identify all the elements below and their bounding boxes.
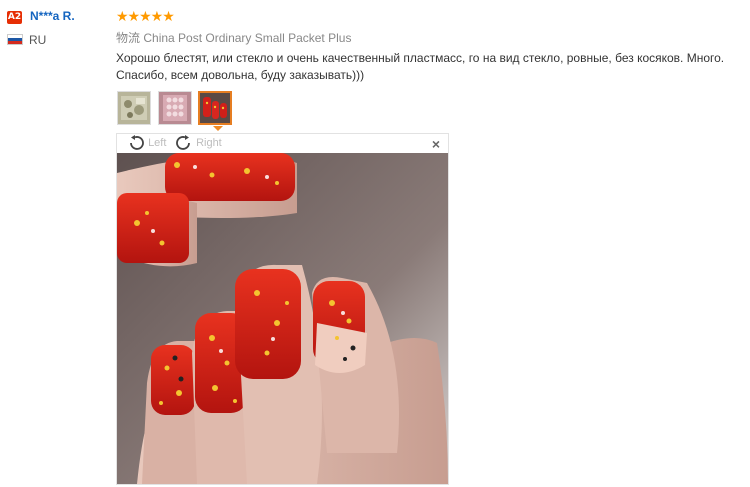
thumbnail-1[interactable] (117, 91, 151, 125)
reviewer-country: RU (29, 33, 47, 47)
selected-thumbnail-pointer (213, 126, 223, 131)
red-glitter-nails-photo (117, 153, 448, 484)
shipping-method: China Post Ordinary Small Packet Plus (143, 31, 352, 45)
nail-art-tray-photo-icon (159, 92, 191, 124)
rotate-right-icon (176, 135, 190, 150)
rotate-left-icon (130, 135, 144, 150)
nail-photo-image (117, 153, 448, 484)
reviewer-name[interactable]: N***a R. (30, 9, 75, 23)
rotate-right-button[interactable]: Right (175, 135, 222, 151)
star-rating: ★★★★★ (116, 8, 175, 24)
shipping-info: 物流 China Post Ordinary Small Packet Plus (116, 29, 351, 46)
thumbnail-2[interactable] (158, 91, 192, 125)
image-viewer: Left Right × (116, 133, 449, 485)
rotate-right-label: Right (196, 136, 222, 149)
rotate-left-button[interactable]: Left (127, 135, 166, 151)
russia-flag-icon (7, 34, 23, 45)
viewer-toolbar: Left Right × (117, 134, 448, 153)
nail-art-packet-photo-icon (118, 92, 150, 124)
rotate-left-label: Left (148, 136, 167, 149)
thumbnail-3-selected[interactable] (198, 91, 232, 125)
red-nails-photo-icon (200, 93, 230, 123)
level-badge: A2 (7, 11, 22, 24)
review-text: Хорошо блестят, или стекло и очень качес… (116, 51, 725, 82)
close-icon[interactable]: × (432, 136, 440, 152)
shipping-prefix: 物流 (116, 31, 141, 45)
